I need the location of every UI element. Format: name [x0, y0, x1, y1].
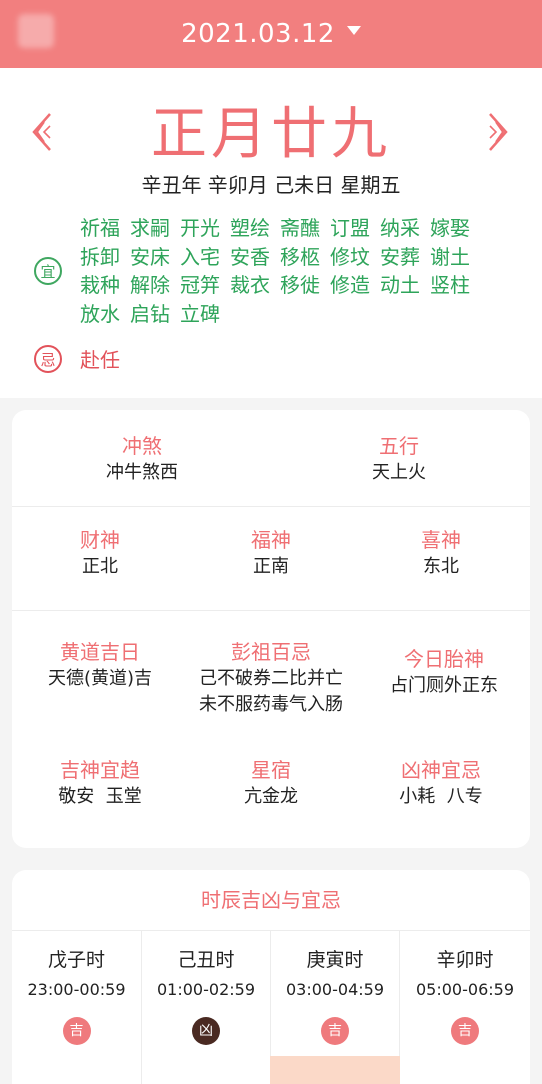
- yi-badge: 宜: [34, 257, 62, 285]
- wuxing-label: 五行: [379, 434, 419, 458]
- yi-item: 裁衣: [230, 273, 270, 298]
- caishen-label: 财神: [80, 528, 120, 552]
- yi-item: 拆卸: [80, 244, 120, 269]
- hour-name: 庚寅时: [306, 949, 364, 971]
- fushen-label: 福神: [251, 528, 291, 552]
- yi-item: 订盟: [330, 216, 370, 240]
- yi-item: 谢土: [430, 244, 470, 269]
- yi-item: 竖柱: [430, 273, 470, 298]
- divider: [12, 506, 530, 507]
- pengzu-label: 彭祖百忌: [231, 640, 311, 664]
- ji-item: 赴任: [80, 348, 120, 372]
- yi-item: 塑绘: [230, 216, 270, 240]
- chongsha-cell: 冲煞 冲牛煞西: [57, 432, 227, 486]
- yi-item: 祈福: [80, 216, 120, 240]
- yi-item: 修造: [330, 273, 370, 298]
- xiongshen-cell: 凶神宜忌 小耗 八专: [353, 756, 529, 810]
- luck-badge: 吉: [451, 1017, 479, 1045]
- hour-range: 05:00-06:59: [416, 980, 514, 999]
- current-hour-highlight: [270, 1056, 400, 1084]
- pengzu-value-line1: 己不破券二比并亡: [199, 668, 343, 689]
- yi-item: 启钻: [130, 301, 170, 326]
- yi-item: 安床: [130, 244, 170, 269]
- luck-badge: 吉: [62, 1017, 91, 1045]
- caishen-cell: 财神 正北: [12, 526, 188, 580]
- pengzu-cell: 彭祖百忌 己不破券二比并亡 未不服药毒气入肠: [178, 638, 364, 718]
- top-bar: 2021.03.12: [0, 0, 542, 68]
- wuxing-cell: 五行 天上火: [314, 432, 484, 486]
- luck-badge: 凶: [192, 1017, 220, 1045]
- yi-item: 开光: [180, 216, 220, 240]
- yi-item: 安香: [230, 244, 270, 269]
- jishen-cell: 吉神宜趋 敬安 玉堂: [12, 756, 188, 810]
- yi-item: 嫁娶: [430, 216, 470, 240]
- jishen-label: 吉神宜趋: [60, 758, 140, 782]
- pengzu-value-line2: 未不服药毒气入肠: [199, 694, 343, 715]
- yi-item: 求嗣: [130, 216, 170, 240]
- yi-list: 祈福 求嗣 开光 塑绘 斋醮 订盟 纳采 嫁娶拆卸 安床 入宅 安香 移柩 修坟 安葬 谢土栽种 解除 冠笄 裁衣…: [80, 214, 490, 328]
- yi-item: 入宅: [180, 244, 220, 269]
- almanac-info-card: 冲煞 冲牛煞西 五行 天上火 财神 正北 福神 正南 喜神 东北 黄道吉日 天德…: [12, 410, 530, 848]
- taishen-value: 占门厕外正东: [390, 675, 498, 696]
- huangdao-value: 天德(黄道)吉: [47, 668, 153, 689]
- yi-item: 斋醮: [280, 216, 320, 240]
- hour-cell[interactable]: 戊子时 23:00-00:59 吉: [12, 931, 141, 1084]
- chongsha-label: 冲煞: [122, 434, 162, 458]
- hour-range: 01:00-02:59: [157, 980, 255, 999]
- yi-item: 冠笄: [180, 273, 220, 298]
- yi-item: 移徙: [280, 273, 320, 298]
- divider: [12, 610, 530, 611]
- lunar-date: 正月廿九: [151, 102, 391, 167]
- fushen-cell: 福神 正南: [183, 526, 359, 580]
- wuxing-value: 天上火: [372, 462, 426, 483]
- hour-range: 23:00-00:59: [27, 980, 126, 999]
- xingxiu-value: 亢金龙: [244, 786, 298, 807]
- hour-range: 03:00-04:59: [286, 980, 384, 999]
- date-picker[interactable]: 2021.03.12: [0, 0, 542, 68]
- caret-down-icon: [346, 25, 361, 35]
- yi-item: 安葬: [380, 244, 420, 269]
- xiongshen-label: 凶神宜忌: [401, 758, 481, 782]
- hour-name: 戊子时: [47, 949, 105, 971]
- huangdao-cell: 黄道吉日 天德(黄道)吉: [12, 638, 188, 692]
- ji-badge: 忌: [34, 345, 62, 373]
- xingxiu-cell: 星宿 亢金龙: [183, 756, 359, 810]
- huangdao-label: 黄道吉日: [60, 640, 140, 664]
- luck-badge: 吉: [321, 1017, 349, 1045]
- hour-fortune-card: 时辰吉凶与宜忌 戊子时 23:00-00:59 吉 己丑时 01:00-02:5…: [12, 870, 530, 1084]
- current-date: 2021.03.12: [181, 19, 335, 49]
- ji-list: 赴任: [80, 346, 120, 374]
- xishen-value: 东北: [423, 556, 459, 577]
- xishen-cell: 喜神 东北: [353, 526, 529, 580]
- yi-item: 动土: [380, 273, 420, 298]
- yi-item: 立碑: [180, 301, 220, 326]
- caishen-value: 正北: [82, 556, 118, 577]
- xishen-label: 喜神: [421, 528, 461, 552]
- hour-section-title: 时辰吉凶与宜忌: [201, 888, 341, 912]
- hour-cell[interactable]: 己丑时 01:00-02:59 凶: [141, 931, 270, 1084]
- yi-item: 栽种: [80, 273, 120, 298]
- hour-name: 辛卯时: [436, 949, 494, 971]
- xiongshen-value: 小耗 八专: [399, 786, 483, 807]
- chongsha-value: 冲牛煞西: [106, 462, 178, 483]
- taishen-label: 今日胎神: [404, 647, 484, 671]
- yi-item: 修坟: [330, 244, 370, 269]
- taishen-cell: 今日胎神 占门厕外正东: [358, 645, 530, 699]
- yi-item: 放水: [80, 301, 120, 326]
- yi-item: 移柩: [280, 244, 320, 269]
- fushen-value: 正南: [253, 556, 289, 577]
- hour-cell[interactable]: 辛卯时 05:00-06:59 吉: [399, 931, 530, 1084]
- ganzhi-date: 辛丑年 辛卯月 己未日 星期五: [141, 173, 401, 197]
- jishen-value: 敬安 玉堂: [58, 786, 142, 807]
- yi-item: 纳采: [380, 216, 420, 240]
- yi-item: 解除: [130, 273, 170, 298]
- hour-name: 己丑时: [177, 949, 235, 971]
- xingxiu-label: 星宿: [251, 758, 291, 782]
